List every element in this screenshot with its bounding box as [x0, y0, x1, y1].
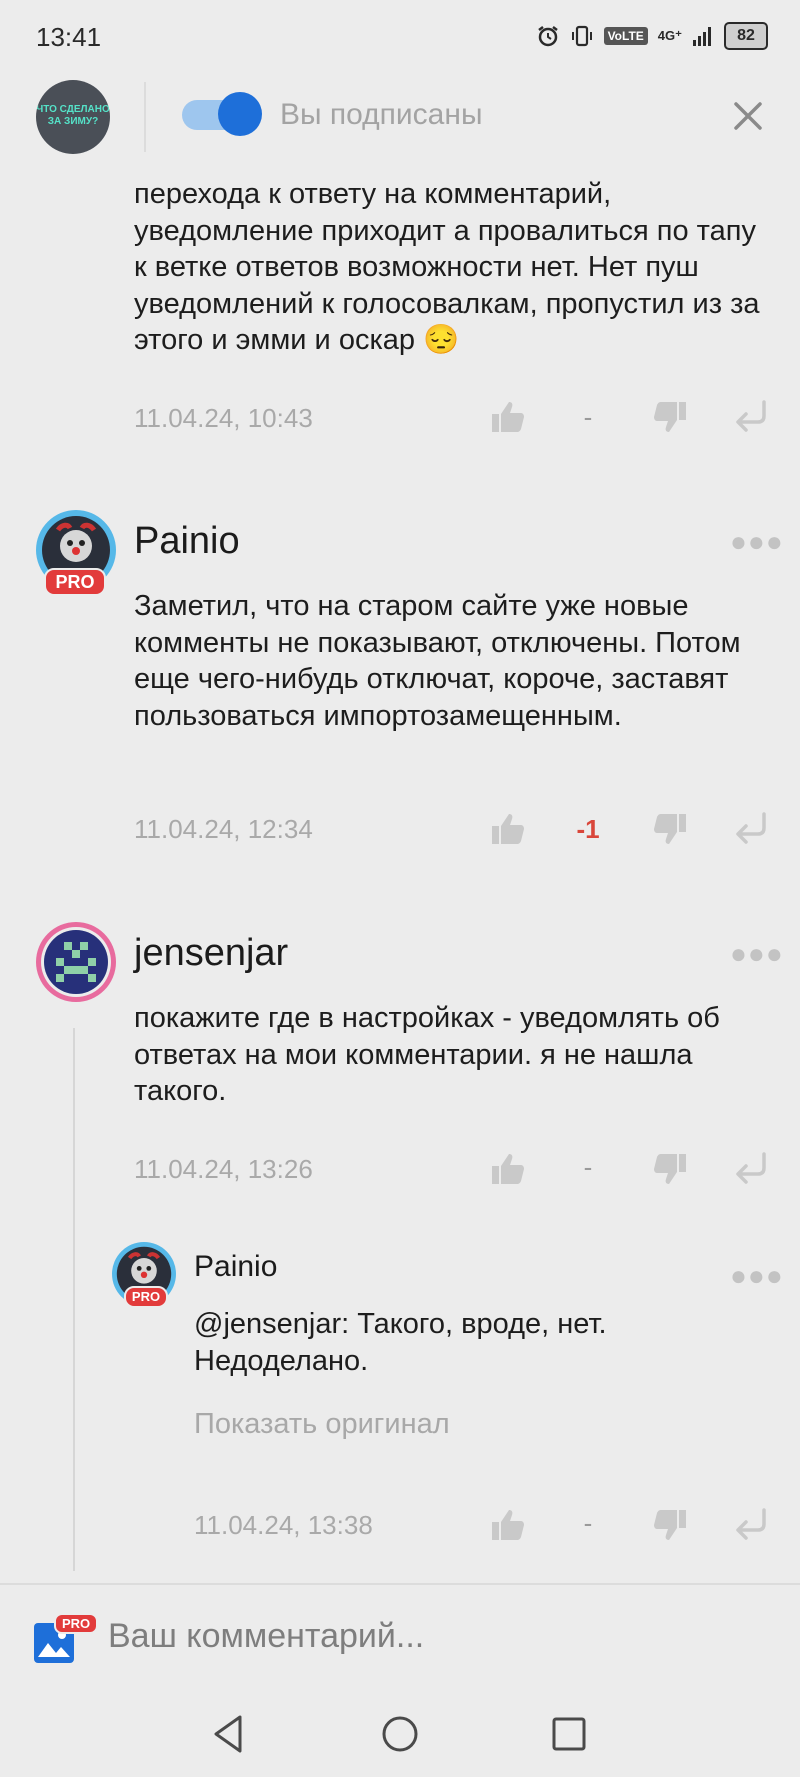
comment-timestamp: 11.04.24, 13:26: [134, 1154, 313, 1184]
avatar-caption-line-2: ЗА ЗИМУ?: [47, 116, 99, 127]
home-icon[interactable]: [377, 1711, 423, 1757]
thumb-down-icon[interactable]: [652, 1508, 688, 1542]
header-divider: [144, 82, 146, 152]
comment-input[interactable]: Ваш комментарий...: [108, 1617, 424, 1656]
pro-badge: PRO: [124, 1286, 168, 1308]
more-dots-icon[interactable]: ●●●: [730, 526, 784, 558]
system-nav-bar: [0, 1693, 800, 1777]
reply-icon[interactable]: [732, 810, 770, 848]
thumb-down-icon[interactable]: [652, 400, 688, 434]
status-time: 13:41: [36, 22, 102, 52]
close-icon[interactable]: [726, 94, 770, 138]
comment-author[interactable]: Painio: [194, 1250, 277, 1284]
thumb-down-icon[interactable]: [652, 1152, 688, 1186]
pro-badge: PRO: [54, 1613, 99, 1634]
more-dots-icon[interactable]: ●●●: [730, 938, 784, 970]
thumb-down-icon[interactable]: [652, 812, 688, 846]
alarm-icon: [537, 26, 558, 47]
status-icons: VoLTE 4G⁺ 82: [536, 22, 768, 50]
thumb-up-icon[interactable]: [490, 400, 526, 434]
thumb-up-icon[interactable]: [490, 812, 526, 846]
status-bar: 13:41 VoLTE 4G⁺ 82: [0, 0, 800, 76]
recents-icon[interactable]: [546, 1711, 592, 1757]
comment-composer: PRO Ваш комментарий...: [0, 1583, 800, 1695]
vibrate-icon: [571, 25, 592, 47]
pixel-avatar-image: [41, 927, 111, 997]
more-dots-icon[interactable]: ●●●: [730, 1260, 784, 1292]
toggle-knob: [218, 92, 262, 136]
reply-icon[interactable]: [732, 398, 770, 436]
show-original-link[interactable]: Показать оригинал: [194, 1408, 450, 1441]
back-icon[interactable]: [206, 1711, 252, 1757]
comment-timestamp: 11.04.24, 10:43: [134, 403, 313, 433]
comment-timestamp: 11.04.24, 13:38: [194, 1510, 373, 1540]
discussion-avatar[interactable]: ЧТО СДЕЛАНО ЗА ЗИМУ?: [36, 80, 110, 154]
comment-score: -1: [576, 814, 600, 844]
comment-timestamp: 11.04.24, 12:34: [134, 814, 313, 844]
network-type: 4G⁺: [657, 28, 682, 43]
comment-score: -: [583, 1508, 593, 1538]
comment-score: -: [583, 402, 593, 432]
pro-badge: PRO: [44, 568, 106, 596]
reply-icon[interactable]: [732, 1506, 770, 1544]
avatar[interactable]: [36, 922, 116, 1002]
subscribe-label: Вы подписаны: [280, 98, 483, 131]
volte-indicator: VoLTE: [603, 27, 648, 45]
signal-icon: [693, 27, 711, 46]
reply-icon[interactable]: [732, 1150, 770, 1188]
subscribe-toggle[interactable]: [182, 92, 262, 136]
thread-line: [73, 1028, 75, 1571]
comment-text: @jensenjar: Такого, вроде, нет. Недодела…: [194, 1308, 607, 1377]
comment-author[interactable]: jensenjar: [134, 932, 288, 975]
comment-author[interactable]: Painio: [134, 520, 240, 563]
thumb-up-icon[interactable]: [490, 1152, 526, 1186]
battery-indicator: 82: [724, 22, 768, 50]
discussion-header: ЧТО СДЕЛАНО ЗА ЗИМУ? Вы подписаны: [0, 76, 800, 172]
thumb-up-icon[interactable]: [490, 1508, 526, 1542]
comment-score: -: [583, 1152, 593, 1182]
comment-text: перехода к ответу на комментарий, уведом…: [134, 178, 760, 356]
avatar-caption-line-1: ЧТО СДЕЛАНО: [36, 104, 110, 115]
comment-text: покажите где в настройках - уведомлять о…: [134, 1002, 720, 1107]
comment-text: Заметил, что на старом сайте уже новые к…: [134, 590, 741, 732]
